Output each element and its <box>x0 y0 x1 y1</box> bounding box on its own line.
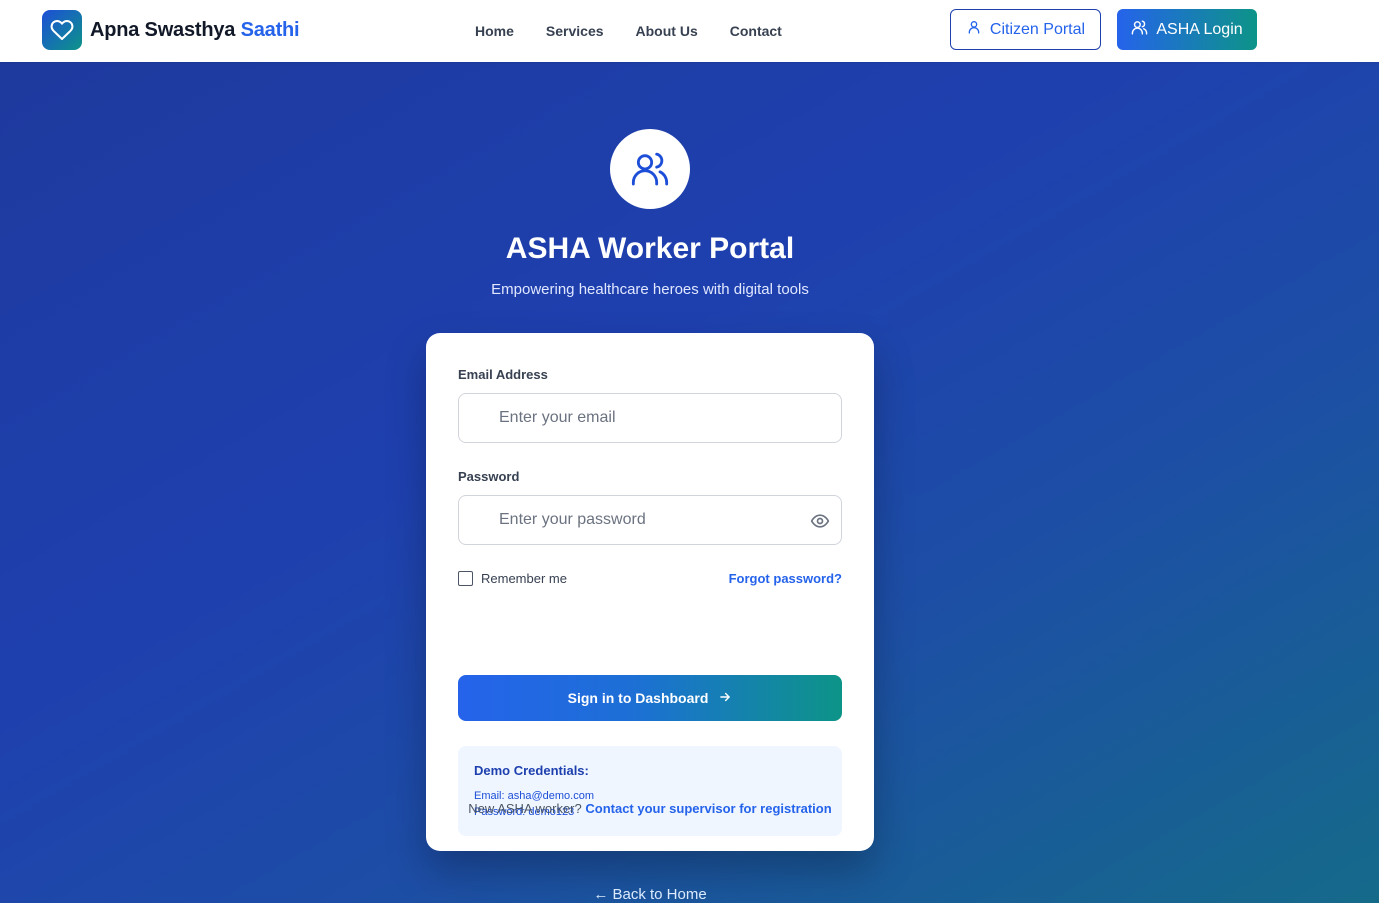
sign-in-label: Sign in to Dashboard <box>567 690 709 706</box>
remember-me[interactable]: Remember me <box>458 571 567 586</box>
remember-me-checkbox[interactable] <box>458 571 473 586</box>
forgot-password-link[interactable]: Forgot password? <box>729 571 842 586</box>
nav-contact[interactable]: Contact <box>730 23 782 39</box>
brand-name-main: Apna Swasthya <box>90 18 236 41</box>
sign-in-button[interactable]: Sign in to Dashboard <box>458 675 842 721</box>
arrow-right-icon <box>718 690 732 707</box>
remember-me-label: Remember me <box>481 571 567 586</box>
demo-credentials: Demo Credentials: Email: asha@demo.com P… <box>458 746 842 836</box>
users-icon <box>610 129 690 209</box>
citizen-portal-label: Citizen Portal <box>989 20 1086 38</box>
register-note: New ASHA worker? Contact your supervisor… <box>426 801 874 816</box>
hero-section: ASHA Worker Portal Empowering healthcare… <box>0 62 1379 903</box>
brand[interactable]: Apna Swasthya Saathi <box>42 10 300 50</box>
top-navbar: Apna Swasthya Saathi Home Services About… <box>0 0 1379 62</box>
page-title: ASHA Worker Portal <box>505 232 795 265</box>
users-icon <box>1131 19 1148 41</box>
page-subtitle: Empowering healthcare heroes with digita… <box>491 281 809 298</box>
email-label: Email Address <box>458 367 548 382</box>
contact-supervisor-link[interactable]: Contact your supervisor for registration <box>585 801 831 816</box>
login-card: Email Address Password Remember me Forgo… <box>426 333 874 851</box>
brand-name-accent: Saathi <box>240 18 300 41</box>
eye-icon[interactable] <box>808 509 832 533</box>
nav-services[interactable]: Services <box>546 23 604 39</box>
nav-about-us[interactable]: About Us <box>636 23 698 39</box>
password-field[interactable] <box>458 495 842 545</box>
password-label: Password <box>458 469 520 484</box>
register-prompt: New ASHA worker? <box>468 801 582 816</box>
citizen-portal-button[interactable]: Citizen Portal <box>950 9 1101 50</box>
heart-icon <box>42 10 82 50</box>
demo-credentials-title: Demo Credentials: <box>474 763 589 778</box>
asha-login-label: ASHA Login <box>1156 20 1243 38</box>
brand-name: Apna Swasthya Saathi <box>90 18 300 42</box>
asha-login-button[interactable]: ASHA Login <box>1117 9 1257 50</box>
user-icon <box>966 19 982 40</box>
back-to-home-link[interactable]: ← Back to Home <box>0 886 1300 903</box>
nav-home[interactable]: Home <box>475 23 514 39</box>
main-nav: Home Services About Us Contact <box>475 0 782 62</box>
email-field[interactable] <box>458 393 842 443</box>
